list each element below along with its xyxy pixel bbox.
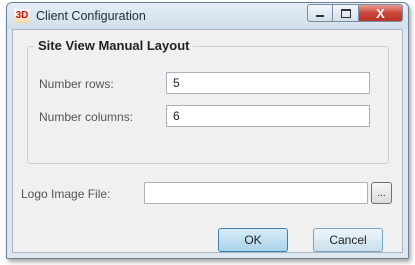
logo-image-file-label: Logo Image File: bbox=[21, 187, 111, 201]
minimize-button[interactable] bbox=[307, 4, 333, 22]
window-controls: X bbox=[307, 4, 403, 22]
close-button[interactable]: X bbox=[359, 4, 403, 22]
cancel-button[interactable]: Cancel bbox=[313, 228, 383, 252]
close-icon: X bbox=[376, 5, 385, 21]
logo-image-file-input[interactable] bbox=[144, 182, 368, 204]
group-legend: Site View Manual Layout bbox=[34, 38, 194, 53]
app-icon: 3D bbox=[14, 9, 30, 23]
window-title: Client Configuration bbox=[36, 9, 146, 23]
client-configuration-dialog: 3D Client Configuration X Site View Manu… bbox=[6, 2, 409, 259]
browse-button[interactable]: ... bbox=[371, 182, 392, 204]
number-rows-input[interactable] bbox=[166, 72, 370, 94]
ok-button[interactable]: OK bbox=[218, 228, 288, 252]
title-bar[interactable]: 3D Client Configuration X bbox=[7, 3, 408, 29]
dialog-content: Site View Manual Layout Number rows: Num… bbox=[12, 29, 403, 253]
number-rows-label: Number rows: bbox=[39, 77, 114, 91]
maximize-button[interactable] bbox=[333, 4, 359, 22]
number-columns-label: Number columns: bbox=[39, 110, 134, 124]
site-view-layout-group: Site View Manual Layout Number rows: Num… bbox=[27, 38, 389, 164]
maximize-icon bbox=[340, 8, 351, 18]
number-columns-input[interactable] bbox=[166, 105, 370, 127]
minimize-icon bbox=[316, 15, 324, 17]
